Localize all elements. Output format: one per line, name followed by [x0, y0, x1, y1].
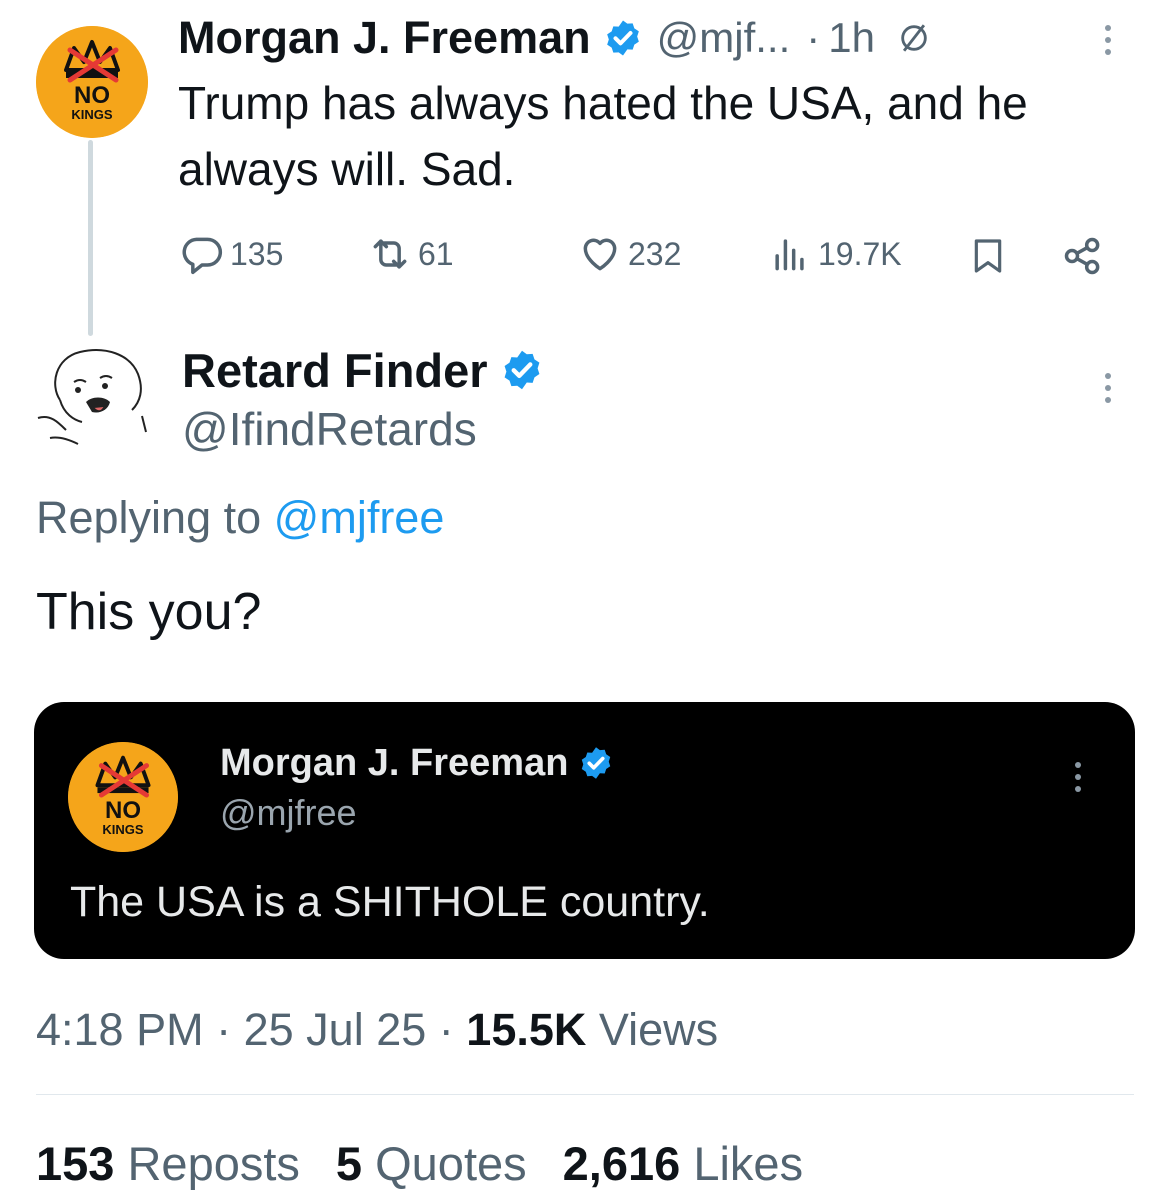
quoted-display-name[interactable]: Morgan J. Freeman	[220, 742, 568, 785]
quoted-tweet-card[interactable]: NO KINGS Morgan J. Freeman @mjfree The U…	[34, 702, 1135, 959]
meta-separator: ·	[438, 1004, 454, 1055]
parent-avatar[interactable]: NO KINGS	[36, 26, 148, 138]
parent-display-name[interactable]: Morgan J. Freeman	[178, 12, 591, 64]
like-count: 232	[628, 235, 682, 272]
replying-to-label: Replying to	[36, 492, 262, 543]
views-count: 19.7K	[818, 235, 902, 272]
likes-label: Likes	[693, 1137, 804, 1190]
reposts-count: 153	[36, 1137, 115, 1190]
parent-tweet-text: Trump has always hated the USA, and he a…	[178, 77, 1028, 195]
quotes-count: 5	[335, 1137, 363, 1190]
repost-action[interactable]: 61	[368, 232, 454, 276]
parent-more-icon[interactable]	[1105, 25, 1111, 55]
repost-count: 61	[418, 235, 454, 272]
quoted-header: Morgan J. Freeman	[220, 738, 614, 788]
reposts-stat[interactable]: 153 Reposts	[36, 1136, 300, 1191]
reply-more-icon[interactable]	[1105, 373, 1111, 403]
likes-count: 2,616	[562, 1137, 681, 1190]
views-action[interactable]: 19.7K	[768, 232, 902, 276]
quoted-handle[interactable]: @mjfree	[220, 792, 357, 834]
like-icon	[583, 238, 617, 271]
tweet-date[interactable]: 25 Jul 25	[244, 1004, 427, 1055]
divider	[36, 1094, 1134, 1095]
parent-handle[interactable]: @mjf...	[657, 14, 791, 62]
verified-badge-icon	[504, 350, 539, 390]
verified-badge-icon	[606, 20, 639, 56]
avatar-text-kings: KINGS	[71, 107, 113, 122]
reposts-label: Reposts	[127, 1137, 300, 1190]
avatar-text-kings: KINGS	[102, 822, 144, 837]
reply-header: Retard Finder	[182, 340, 544, 400]
likes-stat[interactable]: 2,616 Likes	[563, 1136, 803, 1191]
parent-time-ago[interactable]: 1h	[828, 14, 875, 62]
repost-icon	[373, 239, 407, 269]
parent-tweet-header: Morgan J. Freeman @mjf... · 1h	[178, 10, 1138, 66]
reply-tweet-text: This you?	[36, 583, 262, 641]
wojak-avatar-icon	[37, 349, 147, 445]
tweet-meta-line: 4:18 PM · 25 Jul 25 · 15.5K Views	[36, 1004, 718, 1056]
header-separator: ·	[806, 14, 821, 61]
replying-to-line: Replying to @mjfree	[36, 492, 444, 544]
avatar-text-no: NO	[74, 82, 110, 109]
reply-handle[interactable]: @IfindRetards	[182, 402, 477, 456]
bookmark-button[interactable]	[968, 234, 1008, 283]
reply-icon	[182, 237, 223, 275]
bookmark-icon	[974, 239, 1002, 273]
reply-action[interactable]: 135	[180, 232, 283, 276]
reply-display-name[interactable]: Retard Finder	[182, 343, 488, 398]
quoted-avatar[interactable]: NO KINGS	[68, 742, 178, 852]
views-total: 15.5K	[466, 1004, 587, 1055]
engagement-stats: 153 Reposts 5 Quotes 2,616 Likes	[36, 1136, 803, 1191]
share-button[interactable]	[1060, 234, 1106, 283]
replying-to-handle[interactable]: @mjfree	[274, 492, 445, 543]
quotes-stat[interactable]: 5 Quotes	[336, 1136, 527, 1191]
views-icon	[775, 239, 804, 271]
muted-icon	[901, 24, 927, 52]
verified-badge-icon	[582, 747, 611, 779]
tweet-time[interactable]: 4:18 PM	[36, 1004, 204, 1055]
quotes-label: Quotes	[375, 1137, 527, 1190]
quoted-more-icon[interactable]	[1075, 762, 1081, 792]
views-label: Views	[598, 1004, 719, 1055]
share-icon	[1064, 237, 1100, 275]
thread-connector-line	[88, 140, 93, 336]
reply-avatar[interactable]	[30, 340, 154, 448]
avatar-text-no: NO	[105, 797, 141, 824]
meta-separator: ·	[216, 1004, 232, 1055]
reply-count: 135	[230, 235, 284, 272]
like-action[interactable]: 232	[578, 232, 681, 276]
quoted-tweet-text: The USA is a SHITHOLE country.	[70, 878, 710, 926]
